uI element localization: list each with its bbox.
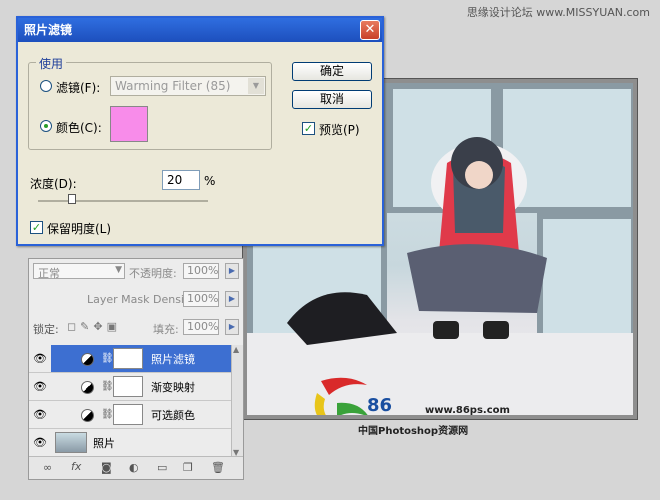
filter-radio[interactable]: [40, 80, 52, 92]
layers-toolbar: ∞ fx ◙ ◐ ▭ ❐ 🗑: [29, 456, 243, 479]
eye-icon[interactable]: 👁: [33, 409, 47, 421]
new-group-icon[interactable]: ▭: [157, 461, 167, 474]
photo-filter-dialog: 照片滤镜 ✕ 使用 滤镜(F): Warming Filter (85) ▼ 颜…: [16, 16, 384, 246]
logo-caption: 中国Photoshop资源网: [358, 426, 469, 437]
lock-icons[interactable]: ◻✎✥▣: [67, 320, 121, 333]
lock-label: 锁定:: [33, 323, 59, 336]
close-icon[interactable]: ✕: [360, 20, 380, 40]
chain-link-icon[interactable]: ⛓: [101, 409, 114, 420]
logo-url: www.86ps.com: [425, 405, 510, 415]
layer-mask-thumbnail[interactable]: [113, 348, 143, 369]
mask-density-input[interactable]: 100%: [183, 291, 219, 307]
filter-label: 滤镜(F):: [56, 81, 101, 95]
density-unit: %: [204, 174, 216, 188]
cancel-button[interactable]: 取消: [292, 90, 372, 109]
opacity-input[interactable]: 100%: [183, 263, 219, 279]
trash-icon[interactable]: 🗑: [211, 461, 225, 474]
eye-icon[interactable]: 👁: [33, 353, 47, 365]
adjustment-icon: [81, 381, 94, 394]
adjustment-icon: [81, 409, 94, 422]
blend-mode-value: 正常: [38, 267, 60, 280]
layer-row[interactable]: 👁 ⛓ 渐变映射: [29, 373, 243, 401]
lock-all-icon[interactable]: ▣: [107, 320, 121, 333]
color-swatch[interactable]: [110, 106, 148, 142]
color-label: 颜色(C):: [56, 121, 102, 135]
mask-density-arrow-icon[interactable]: ▶: [225, 291, 239, 307]
layer-name: 照片滤镜: [151, 353, 195, 366]
fill-input[interactable]: 100%: [183, 319, 219, 335]
site-watermark: 思缘设计论坛 www.MISSYUAN.com: [466, 6, 650, 19]
fill-label: 填充:: [153, 323, 179, 336]
dialog-titlebar[interactable]: 照片滤镜: [18, 18, 382, 42]
ok-button[interactable]: 确定: [292, 62, 372, 81]
filter-select[interactable]: Warming Filter (85) ▼: [110, 76, 266, 96]
layer-row[interactable]: 👁 照片: [29, 429, 243, 457]
density-slider-thumb[interactable]: [68, 194, 76, 204]
link-layers-icon[interactable]: ∞: [43, 461, 52, 474]
filter-select-value: Warming Filter (85): [115, 79, 231, 93]
preserve-luminosity-label: 保留明度(L): [47, 222, 112, 236]
blend-mode-select[interactable]: 正常 ▼: [33, 263, 125, 280]
layers-panel: 正常 ▼ 不透明度: 100% ▶ Layer Mask Density 100…: [28, 258, 244, 480]
lock-pixels-icon[interactable]: ✎: [80, 320, 93, 333]
scroll-up-icon[interactable]: ▲: [233, 345, 239, 354]
chain-link-icon[interactable]: ⛓: [101, 381, 114, 392]
add-mask-icon[interactable]: ◙: [101, 461, 112, 474]
opacity-label: 不透明度:: [129, 267, 177, 280]
layer-thumbnail[interactable]: [55, 432, 87, 453]
layer-name: 可选颜色: [151, 409, 195, 422]
density-slider-track[interactable]: [38, 200, 208, 202]
chevron-down-icon: ▼: [115, 265, 122, 275]
layers-scrollbar[interactable]: ▲ ▼: [231, 345, 243, 457]
layer-name: 照片: [93, 437, 115, 450]
color-radio[interactable]: [40, 120, 52, 132]
eye-icon[interactable]: 👁: [33, 437, 47, 449]
layer-name: 渐变映射: [151, 381, 195, 394]
chevron-down-icon[interactable]: ▼: [248, 78, 264, 94]
preview-checkbox[interactable]: ✓: [302, 122, 315, 135]
layer-style-icon[interactable]: fx: [71, 460, 81, 473]
lock-transparency-icon[interactable]: ◻: [67, 320, 80, 333]
dialog-title: 照片滤镜: [24, 23, 73, 37]
logo-number: 86: [367, 395, 393, 415]
chain-link-icon[interactable]: ⛓: [101, 353, 114, 364]
density-label: 浓度(D):: [30, 177, 77, 191]
preserve-luminosity-checkbox[interactable]: ✓: [30, 221, 43, 234]
opacity-arrow-icon[interactable]: ▶: [225, 263, 239, 279]
layer-mask-thumbnail[interactable]: [113, 404, 143, 425]
eye-icon[interactable]: 👁: [33, 381, 47, 393]
new-layer-icon[interactable]: ❐: [183, 461, 193, 474]
lock-position-icon[interactable]: ✥: [93, 320, 106, 333]
layer-row[interactable]: 👁 ⛓ 可选颜色: [29, 401, 243, 429]
adjustment-icon: [81, 353, 94, 366]
layer-row[interactable]: 👁 ⛓ 照片滤镜: [29, 345, 243, 373]
preview-label: 预览(P): [319, 123, 360, 137]
mask-density-label: Layer Mask Density: [87, 293, 195, 306]
adjustment-layer-icon[interactable]: ◐: [129, 461, 139, 474]
use-group-label: 使用: [36, 55, 67, 72]
fill-arrow-icon[interactable]: ▶: [225, 319, 239, 335]
layer-mask-thumbnail[interactable]: [113, 376, 143, 397]
density-input[interactable]: 20: [162, 170, 200, 190]
